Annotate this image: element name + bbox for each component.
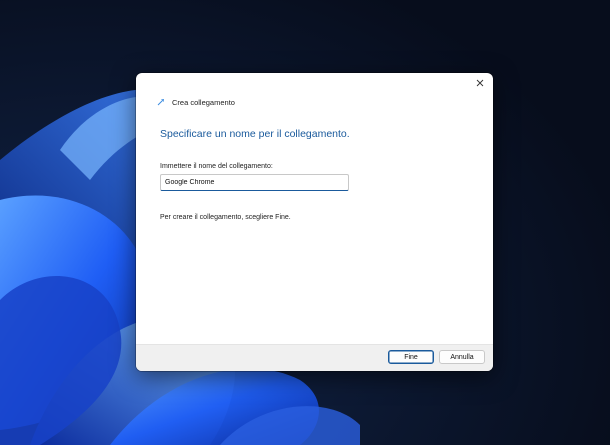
shortcut-wizard-icon [157, 99, 164, 106]
finish-button[interactable]: Fine [388, 350, 434, 364]
finish-instruction: Per creare il collegamento, scegliere Fi… [160, 214, 291, 221]
dialog-title: Crea collegamento [172, 97, 235, 107]
shortcut-name-input[interactable] [160, 174, 349, 191]
shortcut-name-label: Immettere il nome del collegamento: [160, 163, 273, 170]
close-button[interactable] [467, 73, 493, 93]
dialog-footer: Fine Annulla [136, 344, 493, 371]
create-shortcut-dialog: Crea collegamento Specificare un nome pe… [136, 73, 493, 371]
cancel-button[interactable]: Annulla [439, 350, 485, 364]
dialog-header: Crea collegamento [156, 95, 235, 109]
page-heading: Specificare un nome per il collegamento. [160, 128, 350, 140]
close-icon [476, 79, 484, 87]
